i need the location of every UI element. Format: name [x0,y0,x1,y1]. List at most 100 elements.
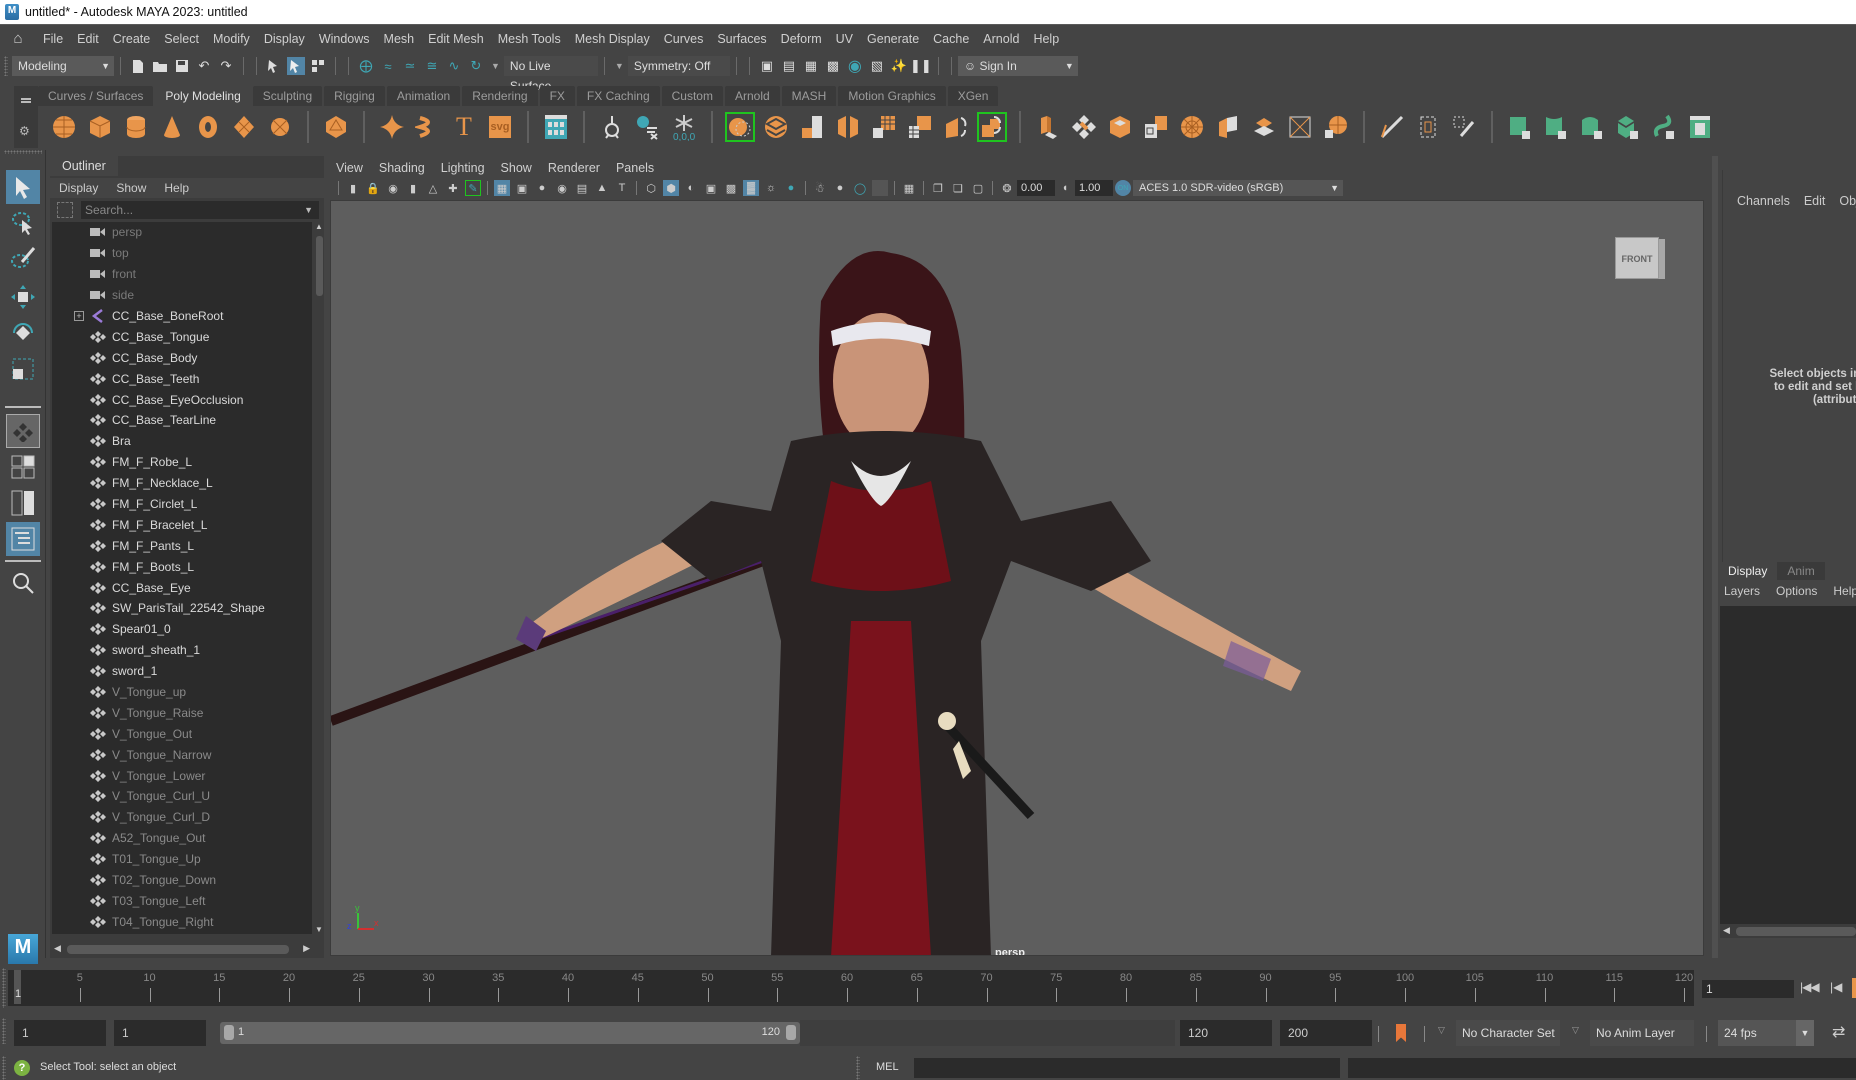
select-hierarchy-icon[interactable] [265,57,283,75]
poly-cone-icon[interactable] [157,112,187,142]
chevron-down-icon[interactable]: ▼ [491,61,500,71]
bevel-icon[interactable] [1105,112,1135,142]
smooth-shade-icon[interactable]: ⬢ [663,180,679,196]
chevron-down-icon[interactable]: ▽ [1572,1025,1579,1036]
menu-mesh-display[interactable]: Mesh Display [568,25,657,53]
outliner-layout-icon[interactable] [6,522,40,556]
menu-deform[interactable]: Deform [774,25,829,53]
anim-layer-dropdown[interactable]: No Anim Layer [1590,1020,1694,1046]
sweep-mesh-icon[interactable] [413,112,443,142]
layer-menu-help[interactable]: Help [1833,584,1856,598]
automatic-map-icon[interactable] [1613,112,1643,142]
grid-toggle-icon[interactable]: ▦ [494,180,510,196]
outliner-menu-display[interactable]: Display [50,178,107,198]
use-lights-icon[interactable]: ☼ [763,180,779,196]
range-bar-grip[interactable] [2,1018,6,1044]
mirror-mesh-icon[interactable] [833,112,863,142]
grease-pencil-icon[interactable]: ✎ [465,180,481,196]
depth-of-field-icon[interactable] [872,180,888,196]
menu-edit-mesh[interactable]: Edit Mesh [421,25,491,53]
camera-attributes-icon[interactable]: ◉ [385,180,401,196]
default-material-icon[interactable]: ◐ [683,180,699,196]
shelf-tab-motion-graphics[interactable]: Motion Graphics [838,86,946,106]
motion-blur-icon[interactable]: ● [832,180,848,196]
view-transform-dropdown[interactable]: ACES 1.0 SDR-video (sRGB) ▼ [1133,180,1343,196]
menu-mesh-tools[interactable]: Mesh Tools [491,25,568,53]
toolbox-grip[interactable] [4,150,42,154]
isolate-select-icon[interactable]: ▦ [901,180,917,196]
resolution-gate-icon[interactable]: ● [534,180,550,196]
outliner-item[interactable]: A52_Tongue_Out [52,828,312,849]
2d-pan-zoom-icon[interactable]: ✚ [445,180,461,196]
shelf-tab-poly-modeling[interactable]: Poly Modeling [155,86,251,106]
paint-select-tool-icon[interactable] [6,242,40,276]
time-slider[interactable]: 1 5 10 15 20 25 30 35 40 45 50 55 60 65 70 75 80 85 90 95 1… [8,970,1694,1006]
menu-edit[interactable]: Edit [70,25,106,53]
layer-tab-anim[interactable]: Anim [1777,562,1825,580]
outliner-item[interactable]: V_Tongue_Raise [52,702,312,723]
go-to-start-icon[interactable]: |◀◀ [1800,980,1820,994]
super-shape-icon[interactable] [377,112,407,142]
unfold-uv-icon[interactable] [1649,112,1679,142]
outliner-item[interactable]: CC_Base_EyeOcclusion [52,389,312,410]
anti-aliasing-icon[interactable]: ◯ [852,180,868,196]
step-back-icon[interactable]: |◀ [1830,980,1842,994]
offset-edge-loop-icon[interactable] [1321,112,1351,142]
outliner-item[interactable]: FM_F_Circlet_L [52,494,312,515]
sign-in-dropdown[interactable]: ☺ Sign In ▼ [957,56,1078,76]
outliner-horizontal-scrollbar[interactable]: ◀ ▶ [52,942,312,956]
layer-list[interactable] [1720,606,1856,924]
poly-cylinder-icon[interactable] [121,112,151,142]
shelf-tab-mash[interactable]: MASH [781,86,837,106]
outliner-menu-show[interactable]: Show [107,178,155,198]
menu-cache[interactable]: Cache [926,25,976,53]
range-slider[interactable]: 1 120 [220,1022,800,1044]
rotate-tool-icon[interactable] [6,316,40,350]
channel-menu-channels[interactable]: Channels [1737,194,1790,208]
shelf-tab-xgen[interactable]: XGen [947,86,999,106]
history-clear-icon[interactable] [633,112,663,142]
separate-mesh-icon[interactable] [761,112,791,142]
layer-list-scrollbar[interactable]: ◀ [1720,924,1856,938]
status-line-grip[interactable] [4,56,8,76]
lasso-tool-icon[interactable] [6,206,40,240]
poly-disc-icon[interactable] [265,112,295,142]
shelf-tab-arnold[interactable]: Arnold [724,86,780,106]
chevron-down-icon[interactable]: ▽ [1438,1025,1445,1036]
ambient-occlusion-icon[interactable]: ☃ [812,180,828,196]
animation-end-field[interactable]: 200 [1280,1020,1372,1046]
playback-end-field[interactable]: 120 [1180,1020,1272,1046]
outliner-item[interactable]: persp [52,222,312,243]
gate-mask-icon[interactable]: ◉ [554,180,570,196]
scroll-left-icon[interactable]: ◀ [54,943,61,954]
snap-curve-icon[interactable]: ≈ [379,57,397,75]
menu-generate[interactable]: Generate [860,25,926,53]
menu-modify[interactable]: Modify [206,25,257,53]
hypershade-icon[interactable]: ◉ [846,57,864,75]
view-cube[interactable]: FRONT [1615,237,1671,289]
current-frame-field[interactable]: 1 [1702,980,1794,998]
uv-editor-icon[interactable] [1505,112,1535,142]
exposure-icon[interactable]: ❂ [999,180,1015,196]
outliner-item[interactable]: Bra [52,431,312,452]
help-line-grip[interactable] [2,1056,6,1080]
menu-create[interactable]: Create [106,25,158,53]
extrude-icon[interactable] [1033,112,1063,142]
append-polygon-icon[interactable] [1141,112,1171,142]
poly-sphere-icon[interactable] [49,112,79,142]
outliner-item[interactable]: SW_ParisTail_22542_Shape [52,598,312,619]
remesh-icon[interactable] [977,112,1007,142]
menu-display[interactable]: Display [257,25,312,53]
outliner-item[interactable]: front [52,264,312,285]
exposure-field[interactable]: 0.00 [1017,180,1055,196]
outliner-item[interactable]: sword_sheath_1 [52,640,312,661]
render-sequence-icon[interactable]: ▤ [780,57,798,75]
menu-arnold[interactable]: Arnold [976,25,1026,53]
scroll-right-icon[interactable]: ▶ [303,943,310,954]
outliner-item[interactable]: T03_Tongue_Left [52,891,312,912]
sculpt-paint-icon[interactable] [1449,112,1479,142]
expand-icon[interactable]: + [74,310,84,321]
menu-help[interactable]: Help [1026,25,1066,53]
outliner-item[interactable]: sword_1 [52,661,312,682]
move-tool-icon[interactable] [6,280,40,314]
